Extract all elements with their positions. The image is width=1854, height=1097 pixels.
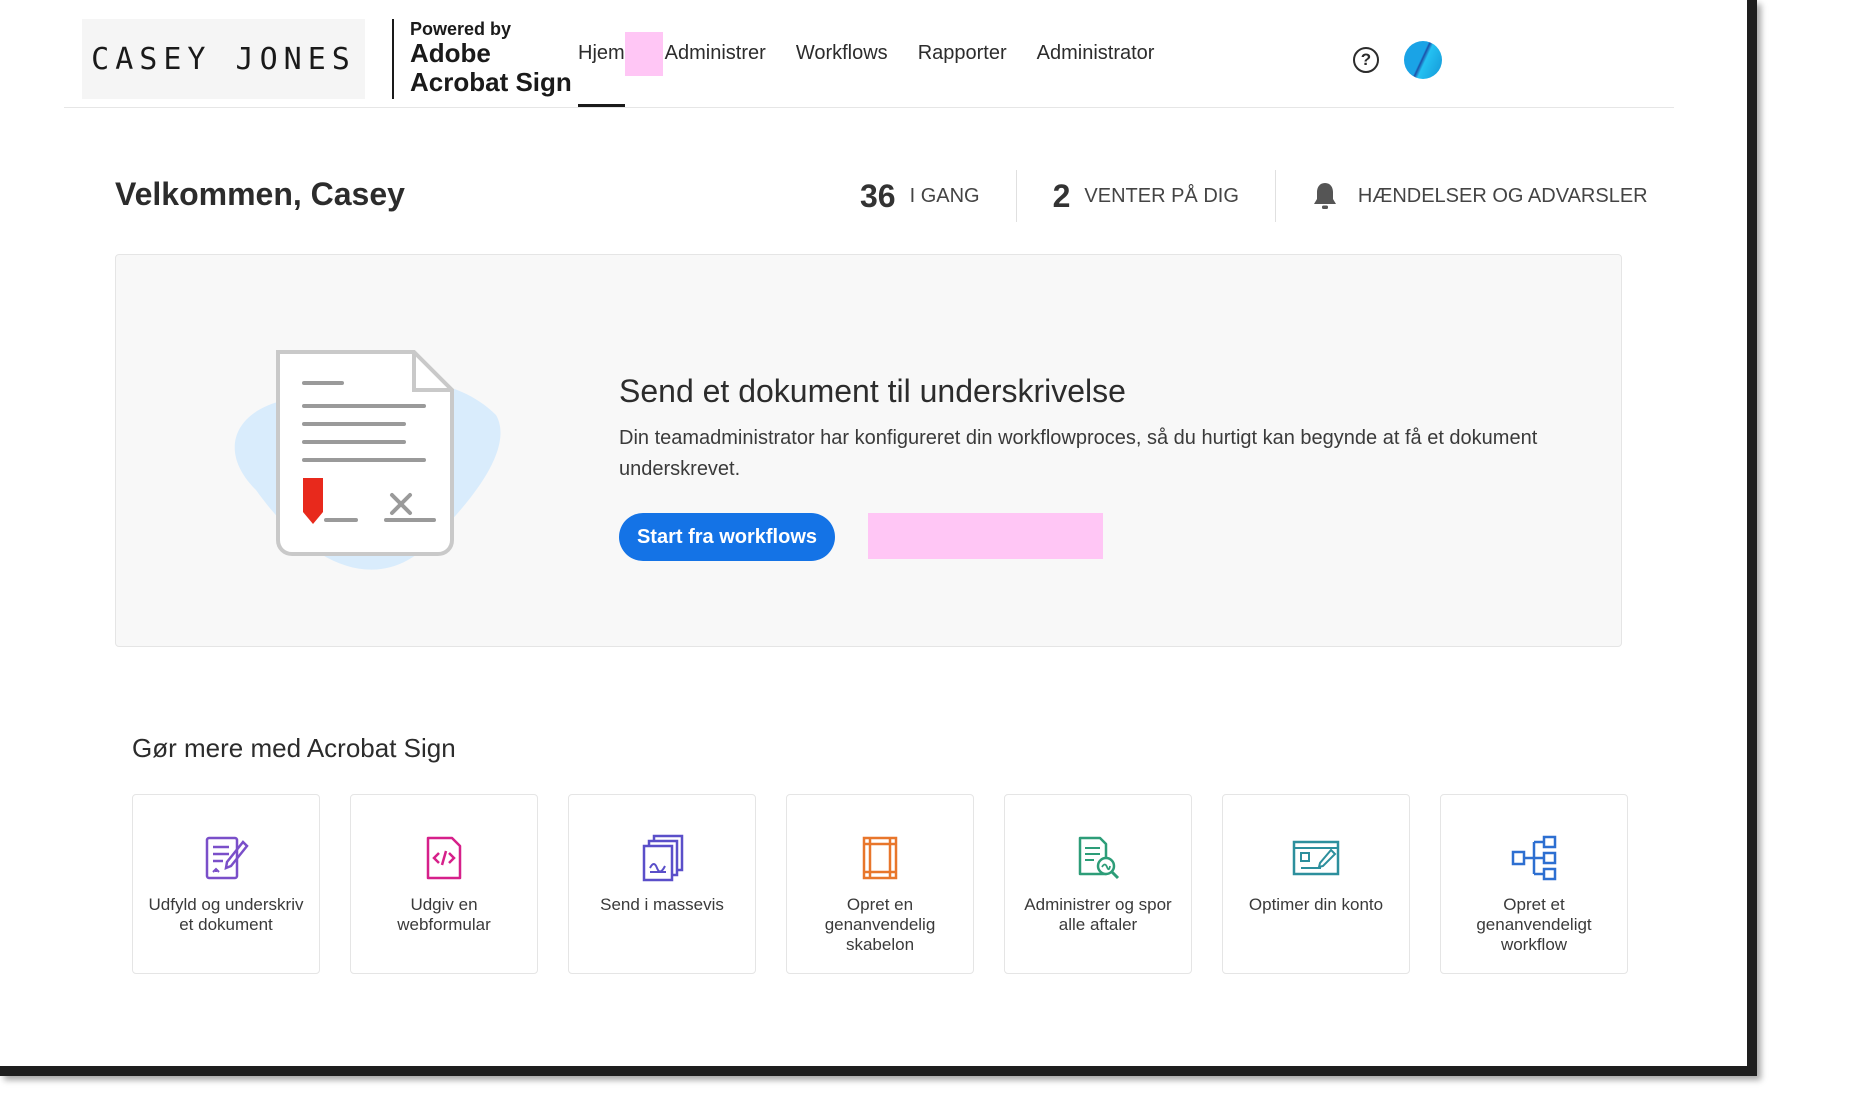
top-header: CASEY JONES Powered by Adobe Acrobat Sig… — [64, 0, 1674, 108]
brand-divider — [392, 19, 394, 99]
company-logo[interactable]: CASEY JONES — [82, 19, 365, 99]
bell-icon — [1312, 181, 1338, 211]
tile-label: Opret en genanvendelig skabelon — [824, 895, 936, 954]
tile-label: Send i massevis — [600, 895, 724, 914]
document-illustration — [216, 340, 506, 585]
workflow-icon — [1510, 833, 1558, 883]
page-title: Velkommen, Casey — [115, 176, 405, 212]
web-form-icon — [424, 833, 464, 883]
tile-label: Udgiv en webformular — [397, 895, 491, 934]
redacted-region — [624, 31, 663, 76]
nav-item-label: Workflows — [795, 42, 888, 64]
tile-template[interactable]: Opret en genanvendelig skabelon — [786, 794, 974, 974]
optimize-account-icon — [1291, 833, 1341, 883]
nav-item-label: Administrator — [1036, 42, 1155, 64]
app-window: CASEY JONES Powered by Adobe Acrobat Sig… — [0, 0, 1757, 1076]
stat-divider — [1274, 170, 1276, 222]
product-name-line1: Adobe — [410, 38, 491, 69]
waiting-count: 2 — [1052, 177, 1071, 214]
tile-label: Administrer og spor alle aftaler — [1024, 895, 1172, 934]
tile-label: Opret et genanvendeligt workflow — [1476, 895, 1592, 954]
in-progress-label: I GANG — [909, 184, 980, 207]
card-title: Send et dokument til underskrivelse — [619, 373, 1126, 409]
nav-item-label: Administrer — [664, 42, 766, 64]
tile-optimize-account[interactable]: Optimer din konto — [1222, 794, 1410, 974]
powered-by-label: Powered by — [410, 19, 512, 39]
track-agreements-icon — [1076, 833, 1120, 883]
bulk-send-icon — [640, 833, 684, 883]
redacted-region — [868, 513, 1103, 559]
stat-waiting[interactable]: 2 VENTER PÅ DIG — [1053, 170, 1239, 222]
events-label: HÆNDELSER OG ADVARSLER — [1357, 184, 1648, 207]
product-name-line2: Acrobat Sign — [410, 66, 572, 97]
in-progress-count: 36 — [860, 177, 896, 214]
section-title: Gør mere med Acrobat Sign — [132, 733, 456, 763]
acrobat-sign-logo: Powered by Adobe Acrobat Sign — [410, 19, 572, 97]
tile-fill-and-sign[interactable]: Udfyld og underskriv et dokument — [132, 794, 320, 974]
stat-in-progress[interactable]: 36 I GANG — [860, 170, 980, 222]
card-description: Din teamadministrator har konfigureret d… — [619, 427, 1538, 480]
nav-item-workflows[interactable]: Workflows — [796, 0, 888, 107]
tile-label: Optimer din konto — [1248, 895, 1384, 914]
tile-label: Udfyld og underskriv et dokument — [148, 895, 304, 934]
template-icon — [860, 833, 900, 883]
tile-workflow[interactable]: Opret et genanvendeligt workflow — [1440, 794, 1628, 974]
company-logo-text: CASEY JONES — [91, 41, 356, 77]
nav-item-label: Rapporter — [917, 42, 1007, 64]
tile-track-agreements[interactable]: Administrer og spor alle aftaler — [1004, 794, 1192, 974]
avatar[interactable] — [1404, 41, 1442, 79]
stat-events[interactable]: HÆNDELSER OG ADVARSLER — [1312, 170, 1648, 222]
tile-bulk-send[interactable]: Send i massevis — [568, 794, 756, 974]
nav-item-hjem[interactable]: Hjem — [578, 0, 625, 107]
nav-item-label: Hjem — [578, 42, 625, 64]
action-tiles: Udfyld og underskriv et dokument Udgiv e… — [132, 794, 1628, 974]
start-from-workflows-button[interactable]: Start fra workflows — [619, 513, 835, 561]
nav-item-administrer[interactable]: Administrer — [665, 0, 766, 107]
fill-sign-icon — [203, 833, 249, 883]
nav-item-administrator[interactable]: Administrator — [1037, 0, 1155, 107]
tile-web-form[interactable]: Udgiv en webformular — [350, 794, 538, 974]
status-summary: 36 I GANG 2 VENTER PÅ DIG HÆNDELSER OG A… — [860, 170, 1648, 222]
help-icon[interactable]: ? — [1353, 47, 1379, 73]
send-document-card: Send et dokument til underskrivelse Din … — [115, 254, 1622, 647]
main-nav: Hjem Administrer Workflows Rapporter Adm… — [578, 0, 1154, 107]
nav-item-rapporter[interactable]: Rapporter — [918, 0, 1007, 107]
waiting-label: VENTER PÅ DIG — [1084, 184, 1239, 207]
stat-divider — [1015, 170, 1017, 222]
